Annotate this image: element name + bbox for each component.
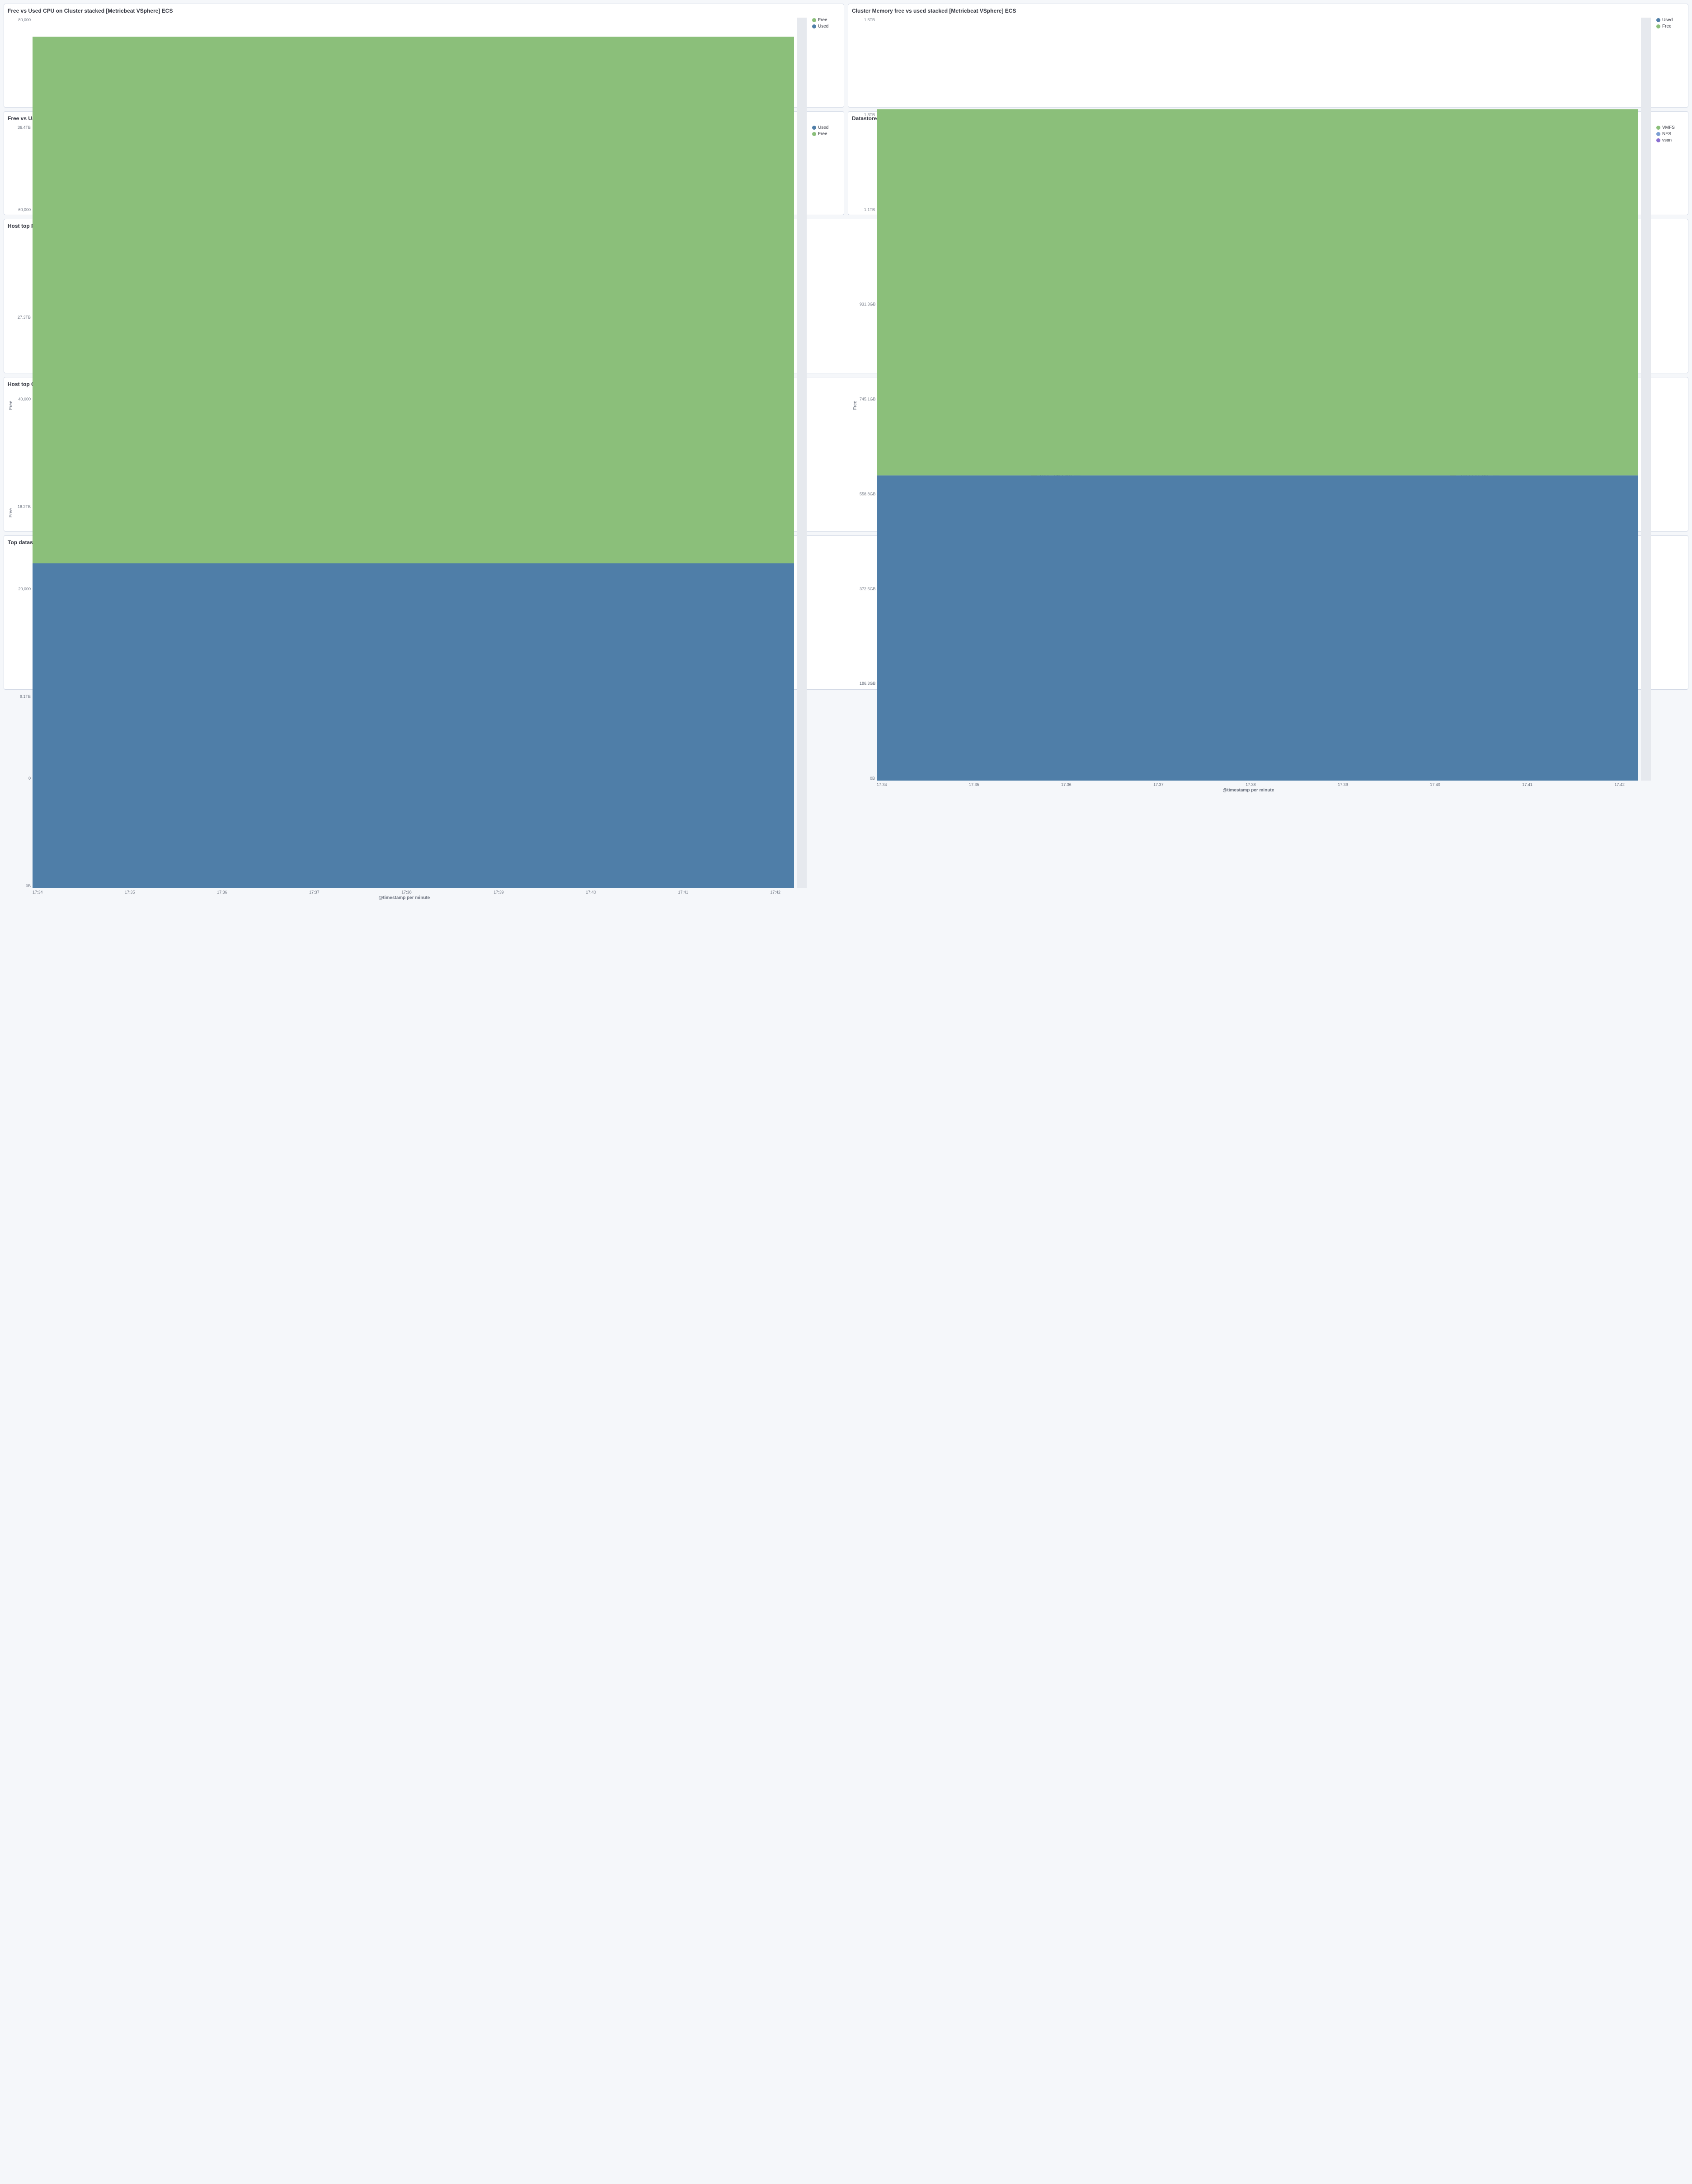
legend-swatch <box>812 18 816 22</box>
panel-title: Cluster Memory free vs used stacked [Met… <box>852 8 1684 14</box>
legend-item[interactable]: Used <box>812 24 840 29</box>
x-axis-label: @timestamp per minute <box>14 894 794 900</box>
y-axis-label: Free <box>852 18 859 793</box>
legend-item[interactable]: VMFS <box>1656 125 1684 130</box>
legend-swatch <box>812 132 816 136</box>
legend-item[interactable]: Used <box>812 125 840 130</box>
panel-title: Free vs Used CPU on Cluster stacked [Met… <box>8 8 840 14</box>
legend-label: Free <box>1662 24 1672 29</box>
area-series[interactable] <box>33 563 794 888</box>
panel-cpu-cluster[interactable]: Free vs Used CPU on Cluster stacked [Met… <box>4 4 844 108</box>
legend-label: Used <box>818 125 828 130</box>
panel-datastore[interactable]: Free vs Used Datastore [Metricbeat VSphe… <box>4 111 844 215</box>
legend-label: NFS <box>1662 132 1671 136</box>
y-axis-label: Free <box>8 125 14 900</box>
brush-bar[interactable] <box>1641 18 1651 781</box>
y-ticks: 0B9.1TB18.2TB27.3TB36.4TB <box>15 125 31 888</box>
area-series[interactable] <box>877 109 1638 475</box>
legend-label: Free <box>818 18 827 23</box>
legend-swatch <box>1656 24 1660 28</box>
panel-mem-cluster[interactable]: Cluster Memory free vs used stacked [Met… <box>848 4 1688 108</box>
legend-swatch <box>1656 138 1660 142</box>
legend-item[interactable]: vsan <box>1656 138 1684 143</box>
legend-item[interactable]: Free <box>812 18 840 23</box>
area-chart-mem[interactable]: 0B186.3GB372.5GB558.8GB745.1GB931.3GB1.1… <box>877 18 1638 781</box>
x-ticks: 17:3417:3517:3617:3717:3817:3917:4017:41… <box>33 888 780 894</box>
legend-item[interactable]: Used <box>1656 18 1684 23</box>
legend-label: Free <box>818 132 827 136</box>
legend-label: Used <box>1662 18 1673 23</box>
area-chart-datastore[interactable]: 0B9.1TB18.2TB27.3TB36.4TB <box>33 125 794 888</box>
legend-label: Used <box>818 24 828 29</box>
legend-swatch <box>812 24 816 28</box>
legend-item[interactable]: Free <box>812 132 840 136</box>
legend-label: vsan <box>1662 138 1672 143</box>
legend-label: VMFS <box>1662 125 1675 130</box>
legend-swatch <box>812 126 816 130</box>
legend-item[interactable]: NFS <box>1656 132 1684 136</box>
dashboard: Free vs Used CPU on Cluster stacked [Met… <box>4 4 1688 690</box>
x-ticks: 17:3417:3517:3617:3717:3817:3917:4017:41… <box>877 781 1625 787</box>
legend-swatch <box>1656 132 1660 136</box>
y-ticks: 0B186.3GB372.5GB558.8GB745.1GB931.3GB1.1… <box>860 18 875 781</box>
legend-item[interactable]: Free <box>1656 24 1684 29</box>
legend: VMFS NFS vsan <box>1653 125 1684 211</box>
area-series[interactable] <box>877 475 1638 781</box>
brush-bar[interactable] <box>797 125 807 888</box>
area-series[interactable] <box>33 155 794 563</box>
x-axis-label: @timestamp per minute <box>859 787 1638 793</box>
legend-swatch <box>1656 126 1660 130</box>
legend-swatch <box>1656 18 1660 22</box>
